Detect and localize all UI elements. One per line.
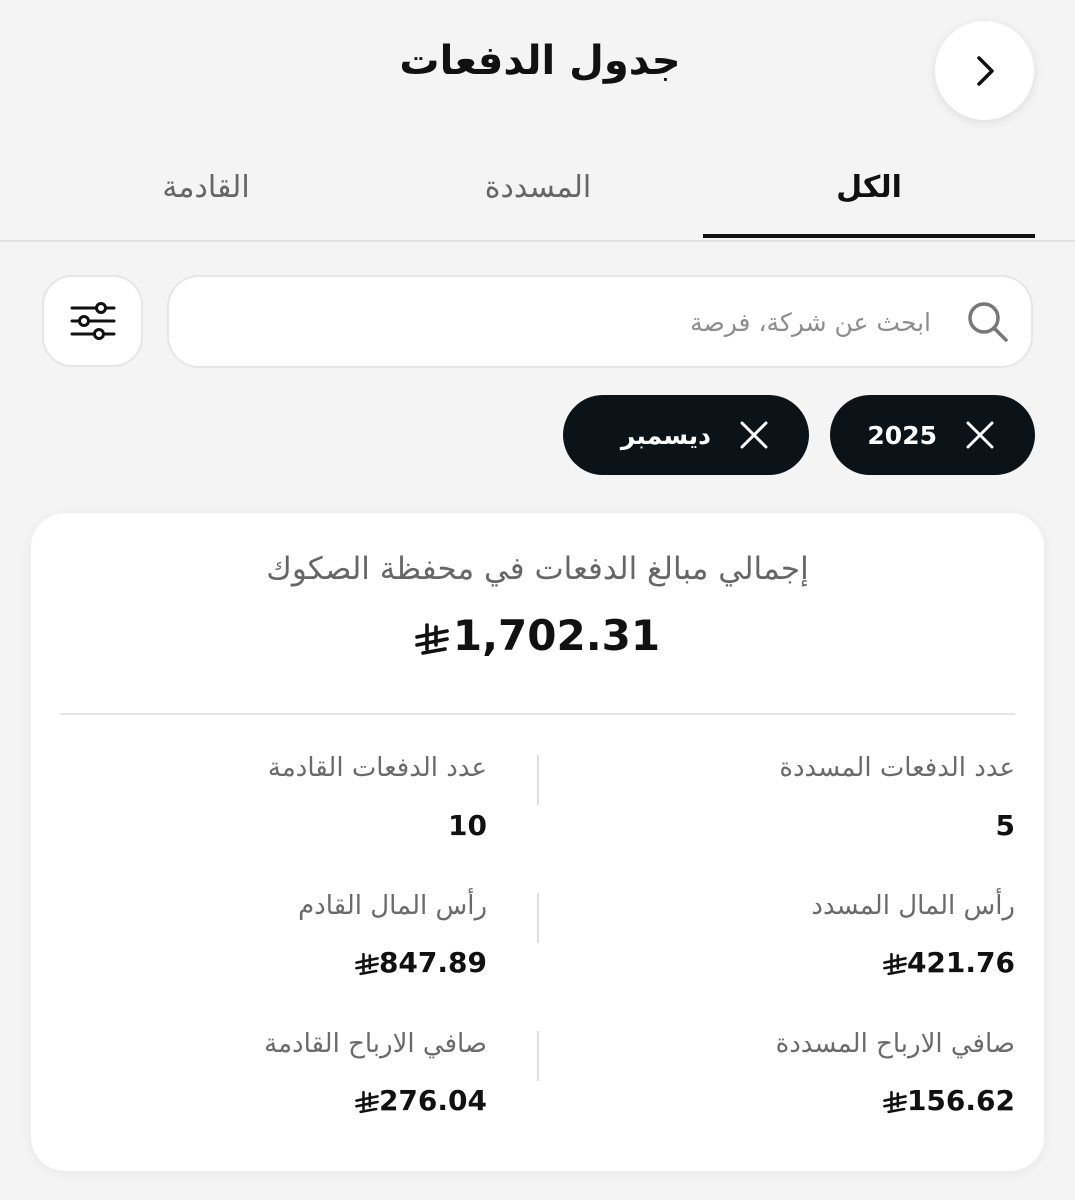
stat-number: 847.89	[378, 946, 487, 979]
chip-label: ديسمبر	[620, 420, 711, 450]
tab-paid[interactable]: المسددة	[372, 170, 704, 205]
stat-number: 421.76	[906, 946, 1015, 979]
column-divider	[537, 755, 539, 805]
stat-value-paid-capital: 421.76	[883, 946, 1015, 979]
back-button[interactable]	[935, 21, 1034, 120]
stat-label-upcoming-count: عدد الدفعات القادمة	[267, 753, 487, 783]
chevron-right-icon	[976, 55, 994, 86]
column-divider	[537, 1031, 539, 1081]
stat-label-upcoming-capital: رأس المال القادم	[298, 891, 487, 921]
search-input[interactable]	[229, 295, 933, 349]
summary-total: 1,702.31	[31, 611, 1044, 660]
stat-value-upcoming-profit: 276.04	[355, 1084, 487, 1117]
riyal-icon	[355, 1090, 379, 1114]
search-icon	[968, 302, 1008, 342]
stat-value-upcoming-count: 10	[448, 809, 487, 842]
riyal-icon	[415, 622, 449, 655]
stat-label-upcoming-profit: صافي الارباح القادمة	[264, 1029, 487, 1059]
tab-all[interactable]: الكل	[703, 170, 1035, 205]
close-icon[interactable]	[965, 420, 995, 450]
riyal-icon	[883, 1090, 907, 1114]
chip-label: 2025	[867, 420, 937, 450]
search-bar	[167, 275, 1033, 368]
summary-title: إجمالي مبالغ الدفعات في محفظة الصكوك	[266, 551, 809, 587]
riyal-icon	[883, 952, 907, 976]
stat-number: 156.62	[906, 1084, 1015, 1117]
riyal-icon	[355, 952, 379, 976]
page-title: جدول الدفعات	[399, 38, 681, 84]
filter-chip-year[interactable]: 2025	[830, 395, 1035, 475]
active-tab-indicator	[703, 234, 1035, 238]
stat-value-paid-count: 5	[995, 809, 1015, 842]
tab-upcoming[interactable]: القادمة	[40, 170, 372, 205]
column-divider	[537, 893, 539, 943]
stat-number: 276.04	[378, 1084, 487, 1117]
stat-label-paid-profit: صافي الارباح المسددة	[775, 1029, 1015, 1059]
sliders-icon	[70, 302, 115, 340]
stat-value-upcoming-capital: 847.89	[355, 946, 487, 979]
stat-label-paid-count: عدد الدفعات المسددة	[779, 753, 1015, 783]
stat-label-paid-capital: رأس المال المسدد	[811, 891, 1015, 921]
stat-value-paid-profit: 156.62	[883, 1084, 1015, 1117]
filter-chip-month[interactable]: ديسمبر	[563, 395, 809, 475]
divider	[60, 713, 1015, 715]
summary-total-value: 1,702.31	[452, 611, 661, 660]
tab-bar: الكل المسددة القادمة	[0, 150, 1075, 242]
filter-button[interactable]	[42, 275, 143, 367]
close-icon[interactable]	[739, 420, 769, 450]
summary-card: إجمالي مبالغ الدفعات في محفظة الصكوك 1,7…	[31, 513, 1044, 1171]
